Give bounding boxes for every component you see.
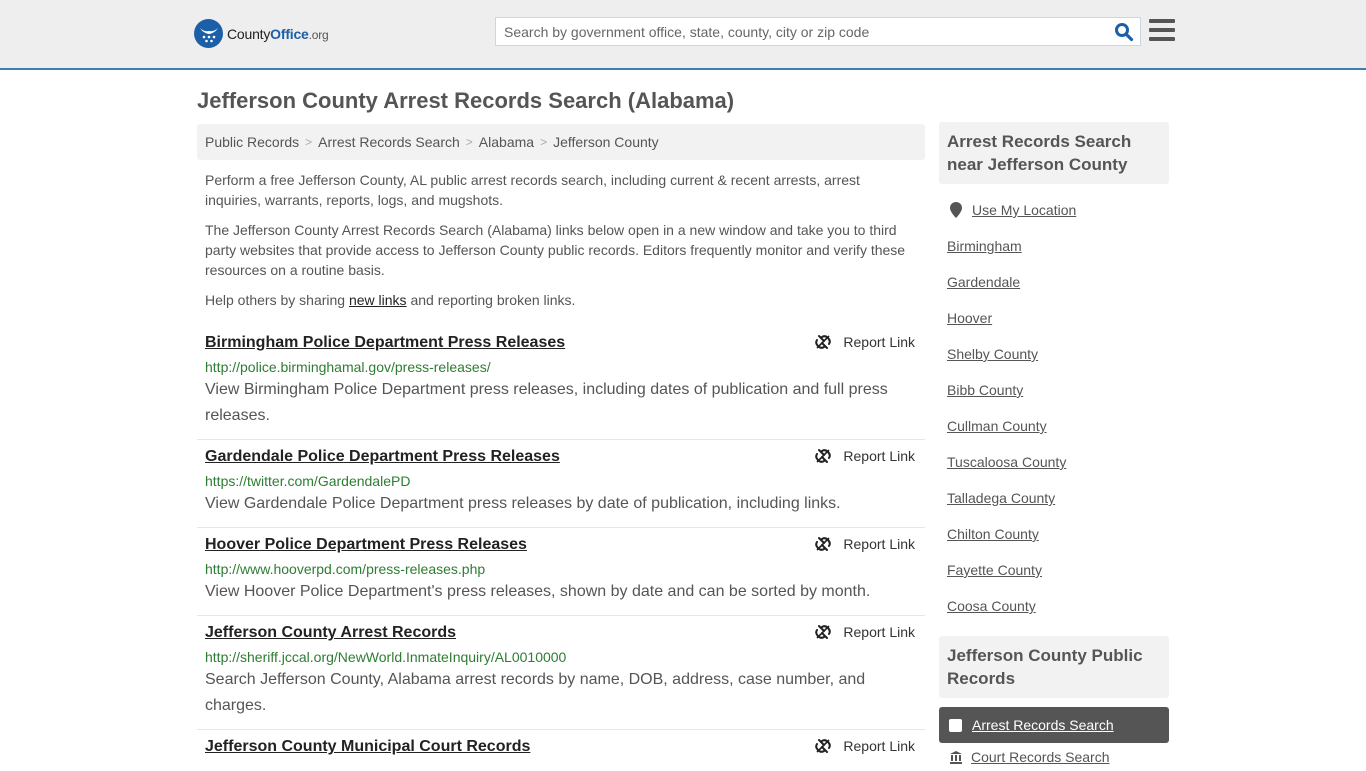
disclaimer-paragraph: The Jefferson County Arrest Records Sear…	[205, 222, 906, 278]
search-icon	[1115, 23, 1134, 42]
result-title-link[interactable]: Jefferson County Arrest Records	[205, 624, 456, 641]
share-text-end: and reporting broken links.	[406, 292, 576, 308]
nearby-link-birmingham[interactable]: Birmingham	[947, 228, 1161, 264]
report-link-button[interactable]: Report Link	[815, 624, 915, 640]
result-description: View Gardendale Police Department press …	[205, 495, 841, 512]
sidebar: Arrest Records Search near Jefferson Cou…	[939, 122, 1169, 771]
result-item: Gardendale Police Department Press Relea…	[197, 440, 925, 528]
logo-text: CountyOffice.org	[227, 26, 329, 42]
new-links-link[interactable]: new links	[349, 292, 407, 308]
nearby-link-tuscaloosa-county[interactable]: Tuscaloosa County	[947, 444, 1161, 480]
site-header: CountyOffice.org	[0, 0, 1366, 70]
sidebar-item-court-records-search[interactable]: Court Records Search	[939, 743, 1169, 771]
intro-text: Perform a free Jefferson County, AL publ…	[197, 170, 925, 310]
search-input[interactable]	[496, 18, 1096, 45]
breadcrumb-arrest-records-search[interactable]: Arrest Records Search	[318, 134, 460, 150]
share-text: Help others by sharing	[205, 292, 349, 308]
result-url: http://sheriff.jccal.org/NewWorld.Inmate…	[205, 649, 567, 665]
map-marker-icon	[950, 202, 962, 218]
broken-link-icon	[815, 449, 832, 463]
page-title: Jefferson County Arrest Records Search (…	[197, 88, 735, 113]
broken-link-icon	[815, 625, 832, 639]
nearby-list: Use My Location Birmingham Gardendale Ho…	[939, 184, 1169, 624]
site-logo[interactable]: CountyOffice.org	[194, 19, 329, 48]
search-button[interactable]	[1114, 22, 1134, 42]
result-title-link[interactable]: Birmingham Police Department Press Relea…	[205, 334, 565, 351]
broken-link-icon	[815, 739, 832, 753]
nearby-link-shelby-county[interactable]: Shelby County	[947, 336, 1161, 372]
result-title-link[interactable]: Hoover Police Department Press Releases	[205, 536, 527, 553]
report-link-label: Report Link	[843, 738, 915, 754]
eagle-logo-icon	[194, 19, 223, 48]
nearby-link-chilton-county[interactable]: Chilton County	[947, 516, 1161, 552]
nearby-link-talladega-county[interactable]: Talladega County	[947, 480, 1161, 516]
nearby-link-bibb-county[interactable]: Bibb County	[947, 372, 1161, 408]
report-link-button[interactable]: Report Link	[815, 448, 915, 464]
breadcrumb-separator: >	[540, 135, 548, 149]
result-item: Jefferson County Arrest Records http://s…	[197, 616, 925, 730]
result-item: Jefferson County Municipal Court Records…	[197, 730, 925, 768]
nearby-link-hoover[interactable]: Hoover	[947, 300, 1161, 336]
report-link-label: Report Link	[843, 334, 915, 350]
result-title-link[interactable]: Jefferson County Municipal Court Records	[205, 738, 530, 755]
nearby-link-cullman-county[interactable]: Cullman County	[947, 408, 1161, 444]
public-records-heading: Jefferson County Public Records	[939, 636, 1169, 698]
report-link-button[interactable]: Report Link	[815, 738, 915, 754]
nearby-link-gardendale[interactable]: Gardendale	[947, 264, 1161, 300]
logo-county: County	[227, 25, 271, 42]
results-list: Birmingham Police Department Press Relea…	[197, 326, 925, 768]
report-link-button[interactable]: Report Link	[815, 536, 915, 552]
breadcrumb-public-records[interactable]: Public Records	[205, 134, 299, 150]
search-bar	[495, 17, 1141, 46]
broken-link-icon	[815, 537, 832, 551]
result-url: http://www.hooverpd.com/press-releases.p…	[205, 561, 486, 577]
result-description: View Hoover Police Department's press re…	[205, 583, 871, 600]
sidebar-item-arrest-records-search[interactable]: Arrest Records Search	[939, 707, 1169, 743]
nearby-link-fayette-county[interactable]: Fayette County	[947, 552, 1161, 588]
result-description: View Birmingham Police Department press …	[205, 381, 888, 424]
report-link-button[interactable]: Report Link	[815, 334, 915, 350]
broken-link-icon	[815, 335, 832, 349]
breadcrumb: Public Records > Arrest Records Search >…	[197, 124, 925, 160]
breadcrumb-separator: >	[465, 135, 473, 149]
courthouse-icon	[950, 751, 962, 764]
use-my-location-link[interactable]: Use My Location	[947, 192, 1161, 228]
share-paragraph: Help others by sharing new links and rep…	[205, 290, 917, 310]
result-item: Birmingham Police Department Press Relea…	[197, 326, 925, 440]
logo-office: Office	[270, 25, 309, 42]
logo-org: .org	[308, 27, 329, 42]
report-link-label: Report Link	[843, 536, 915, 552]
square-icon	[949, 718, 962, 732]
breadcrumb-separator: >	[305, 135, 313, 149]
nearby-heading: Arrest Records Search near Jefferson Cou…	[939, 122, 1169, 184]
result-description: Search Jefferson County, Alabama arrest …	[205, 671, 866, 714]
report-link-label: Report Link	[843, 624, 915, 640]
main-content: Public Records > Arrest Records Search >…	[197, 124, 925, 768]
hamburger-menu-icon[interactable]	[1149, 19, 1175, 41]
result-item: Hoover Police Department Press Releases …	[197, 528, 925, 616]
nearby-link-coosa-county[interactable]: Coosa County	[947, 588, 1161, 624]
breadcrumb-jefferson-county[interactable]: Jefferson County	[553, 134, 659, 150]
breadcrumb-alabama[interactable]: Alabama	[479, 134, 534, 150]
sidebar-item-label: Court Records Search	[971, 749, 1110, 765]
sidebar-item-label: Arrest Records Search	[972, 717, 1114, 733]
result-url: http://police.birminghamal.gov/press-rel…	[205, 359, 491, 375]
intro-paragraph: Perform a free Jefferson County, AL publ…	[205, 172, 860, 208]
result-url: https://twitter.com/GardendalePD	[205, 473, 411, 489]
result-title-link[interactable]: Gardendale Police Department Press Relea…	[205, 448, 560, 465]
use-my-location-label: Use My Location	[972, 202, 1077, 218]
report-link-label: Report Link	[843, 448, 915, 464]
